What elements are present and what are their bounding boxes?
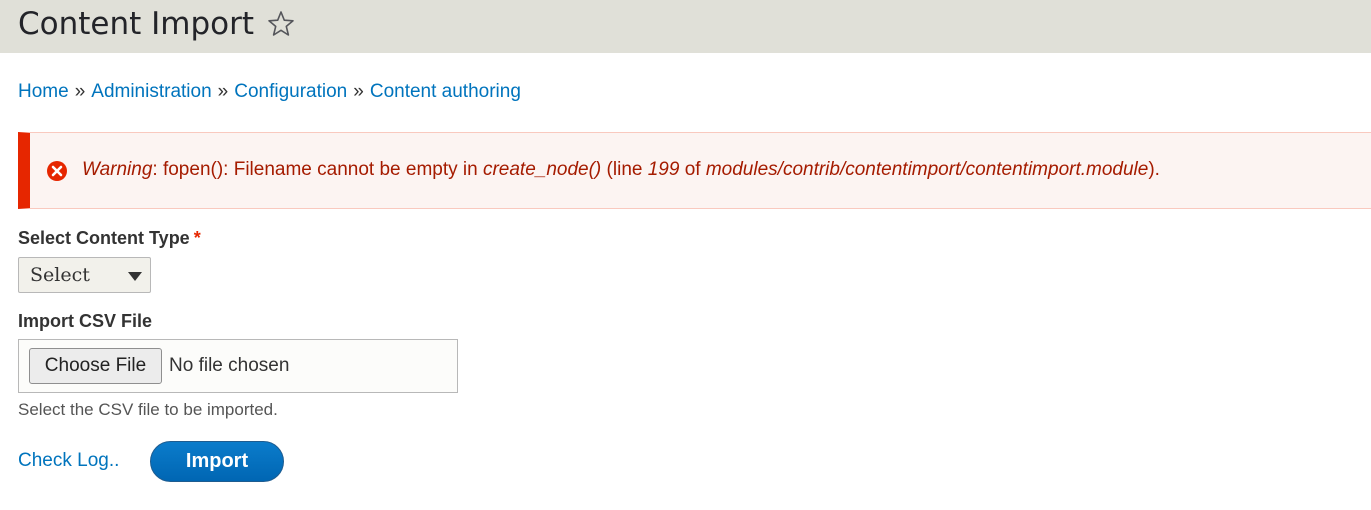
star-icon[interactable] bbox=[267, 10, 295, 38]
breadcrumb-separator: » bbox=[217, 81, 229, 102]
warning-line-label: (line bbox=[601, 159, 648, 180]
content-type-label-text: Select Content Type bbox=[18, 228, 190, 248]
warning-file: modules/contrib/contentimport/contentimp… bbox=[705, 159, 1149, 180]
error-text: Warning: fopen(): Filename cannot be emp… bbox=[82, 157, 1160, 183]
check-log-link[interactable]: Check Log.. bbox=[18, 450, 119, 472]
page-title: Content Import bbox=[18, 6, 255, 42]
warning-line-number: 199 bbox=[647, 159, 680, 180]
breadcrumb-separator: » bbox=[353, 81, 364, 102]
csv-file-input[interactable]: Choose File No file chosen bbox=[18, 339, 458, 393]
error-message: Warning: fopen(): Filename cannot be emp… bbox=[18, 132, 1371, 209]
warning-function: create_node() bbox=[482, 159, 602, 180]
warning-message: : fopen(): Filename cannot be empty in bbox=[152, 159, 483, 180]
chevron-down-icon bbox=[128, 272, 142, 281]
breadcrumb-content-authoring[interactable]: Content authoring bbox=[370, 81, 521, 102]
csv-file-label: Import CSV File bbox=[18, 311, 153, 331]
csv-file-description: Select the CSV file to be imported. bbox=[18, 400, 278, 419]
content-type-select[interactable]: Select bbox=[18, 257, 151, 293]
breadcrumb-configuration[interactable]: Configuration bbox=[234, 81, 347, 102]
choose-file-button[interactable]: Choose File bbox=[29, 348, 162, 384]
content-type-selected-value: Select bbox=[30, 264, 90, 286]
warning-prefix: Warning bbox=[82, 159, 153, 180]
page-header: Content Import bbox=[0, 0, 1371, 53]
breadcrumb-separator: » bbox=[74, 81, 86, 102]
breadcrumb-home[interactable]: Home bbox=[18, 81, 69, 102]
content-type-label: Select Content Type * bbox=[18, 228, 201, 249]
warning-of-label: of bbox=[679, 159, 706, 180]
file-status: No file chosen bbox=[169, 355, 290, 376]
warning-suffix: ). bbox=[1148, 159, 1160, 180]
breadcrumb: Home» Administration» Configuration» Conten… bbox=[18, 79, 521, 105]
import-button[interactable]: Import bbox=[150, 441, 284, 482]
breadcrumb-administration[interactable]: Administration bbox=[91, 81, 211, 102]
error-icon bbox=[47, 161, 67, 181]
required-marker: * bbox=[193, 228, 201, 248]
